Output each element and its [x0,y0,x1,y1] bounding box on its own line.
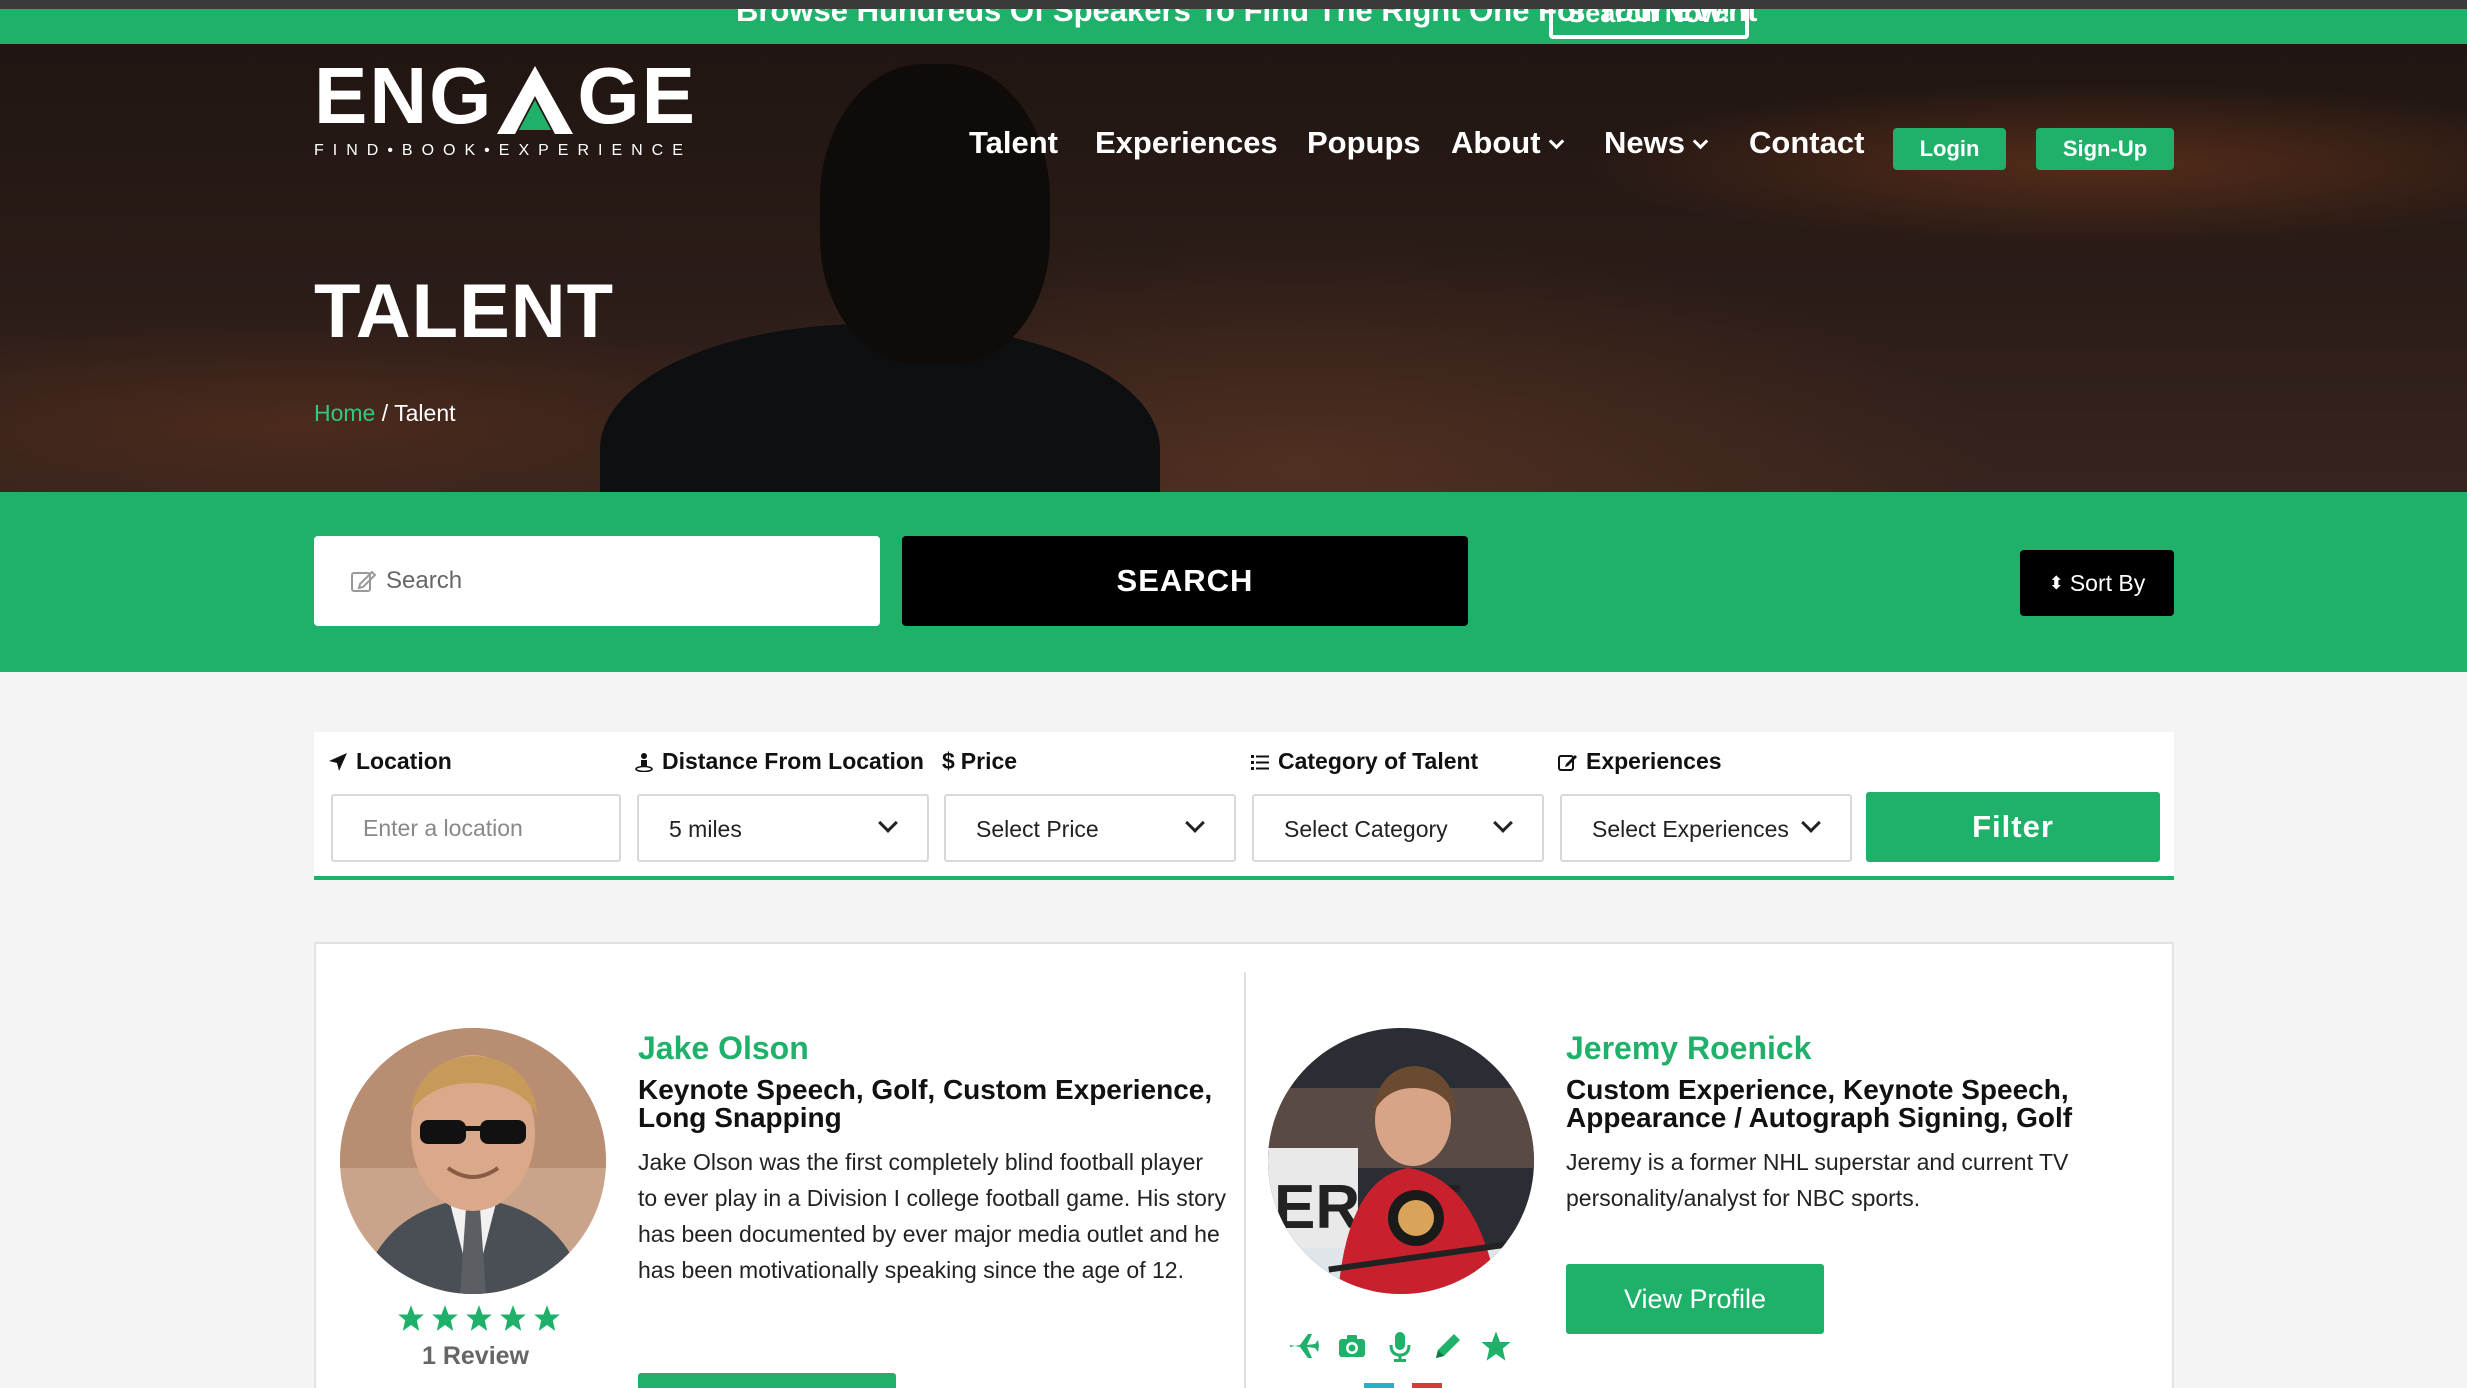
logo-text-left: ENG [314,51,494,140]
list-icon [1251,755,1269,770]
star-icon [398,1305,424,1331]
price-label: $ Price [942,748,1018,774]
chevron-down-icon [1801,813,1821,833]
login-button[interactable]: Login [1893,128,2006,170]
sort-by-label: Sort By [2069,570,2146,596]
street-view-icon [635,753,653,773]
pencil-icon [1436,1334,1460,1358]
star-icon [500,1305,526,1331]
page-title: TALENT [314,269,615,354]
edit-icon [1558,755,1577,771]
price-select[interactable]: Select Price [944,794,1236,862]
view-profile-button-partial[interactable] [638,1373,896,1388]
review-count[interactable]: 1 Review [422,1342,529,1371]
plane-icon [1290,1334,1319,1358]
search-button[interactable]: SEARCH [902,536,1468,626]
star-icon [534,1305,560,1331]
signup-button[interactable]: Sign-Up [2036,128,2174,170]
nav-news-label: News [1604,125,1685,160]
filter-button[interactable]: Filter [1866,792,2160,862]
distance-value: 5 miles [669,816,742,842]
browser-top-edge [0,0,2467,9]
nav-talent[interactable]: Talent [969,125,1058,161]
breadcrumb-current: Talent [394,400,456,426]
nav-news[interactable]: News [1604,125,1709,161]
category-value: Select Category [1284,816,1448,842]
nav-contact[interactable]: Contact [1749,125,1864,161]
chevron-down-icon [1493,813,1513,833]
promo-bar: Browse Hundreds Of Speakers To Find The … [0,9,2467,44]
engage-logo[interactable]: ENG GE FIND•BOOK•EXPERIENCE [314,51,714,160]
edit-icon [351,570,376,592]
talent-tags: Keynote Speech, Golf, Custom Experience,… [638,1074,1213,1133]
distance-label: Distance From Location [634,748,924,775]
logo-a-triangle-icon [497,66,574,134]
nav-experiences[interactable]: Experiences [1095,125,1278,161]
search-now-button[interactable]: Search Now! [1549,9,1749,39]
search-input[interactable] [386,560,846,602]
talent-photo [340,1028,606,1294]
nav-about-label: About [1451,125,1541,160]
location-arrow-icon [329,753,347,771]
talent-description: Jake Olson was the first completely blin… [638,1149,1227,1283]
dollar-icon: $ [942,748,955,774]
breadcrumb-home-link[interactable]: Home [314,400,375,426]
experiences-label: Experiences [1558,748,1722,775]
sort-by-button[interactable]: ⬍ Sort By [2020,550,2174,616]
chevron-down-icon [1185,813,1205,833]
star-icon [432,1305,458,1331]
chevron-down-icon [1548,133,1564,150]
location-input[interactable] [331,794,621,862]
experiences-value: Select Experiences [1592,816,1789,842]
view-profile-button[interactable]: View Profile [1566,1264,1824,1334]
talent-description: Jeremy is a former NHL superstar and cur… [1566,1149,2069,1211]
camera-icon [1339,1335,1365,1357]
talent-avatar[interactable] [340,1028,606,1294]
talent-photo: ER DE [1268,1028,1534,1294]
nav-about[interactable]: About [1451,125,1564,161]
category-select[interactable]: Select Category [1252,794,1544,862]
talent-name[interactable]: Jake Olson [638,1030,809,1067]
logo-tagline: FIND•BOOK•EXPERIENCE [314,142,692,159]
star-rating [397,1304,561,1332]
experience-badge-partial [1364,1383,1394,1388]
logo-text-right: GE [577,51,697,140]
distance-select[interactable]: 5 miles [637,794,929,862]
breadcrumb: Home / Talent [314,400,456,427]
location-label: Location [328,748,452,775]
chevron-down-icon [1692,133,1709,150]
experience-badge-partial [1412,1383,1442,1388]
breadcrumb-separator: / [375,400,395,426]
column-divider [1244,972,1246,1388]
sort-icon: ⬍ [2048,573,2064,593]
search-field[interactable] [314,536,880,626]
experience-icons [1288,1330,1512,1362]
category-label: Category of Talent [1250,748,1478,775]
price-value: Select Price [976,816,1099,842]
star-icon [1481,1331,1511,1361]
talent-avatar[interactable]: ER DE [1268,1028,1534,1294]
microphone-icon [1389,1332,1411,1362]
talent-name[interactable]: Jeremy Roenick [1566,1030,1811,1067]
star-icon [466,1305,492,1331]
nav-popups[interactable]: Popups [1307,125,1421,161]
experiences-select[interactable]: Select Experiences [1560,794,1852,862]
chevron-down-icon [878,813,898,833]
talent-tags: Custom Experience, Keynote Speech, Appea… [1566,1074,2073,1133]
